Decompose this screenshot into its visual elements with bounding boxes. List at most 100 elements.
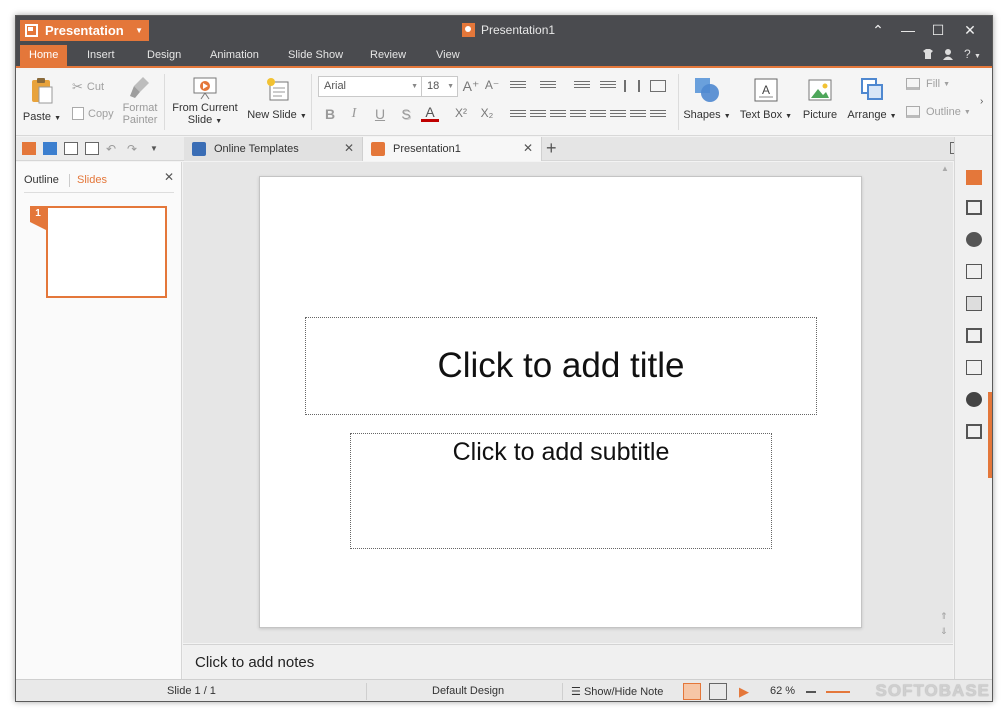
print-icon[interactable] [64,142,78,155]
zoom-slider[interactable] [826,691,850,693]
column-spacing-icon[interactable] [650,110,666,122]
text-direction-icon[interactable] [624,80,640,92]
shapes-button[interactable]: Shapes ▼ [682,76,732,123]
line-spacing-icon[interactable] [610,110,626,122]
underline-button[interactable]: U [371,106,389,122]
tab-slide-show[interactable]: Slide Show [279,45,352,66]
tab-insert[interactable]: Insert [78,45,124,66]
vertical-scrollbar[interactable]: ▲ ⇑ ⇓ [936,162,953,643]
copy-button[interactable]: Copy [72,107,114,120]
undo-icon[interactable]: ↶ [106,142,120,156]
open-icon[interactable] [22,142,36,155]
subtitle-placeholder[interactable]: Click to add subtitle [350,433,772,549]
next-slide-icon[interactable]: ⇓ [940,626,948,637]
tab-view[interactable]: View [427,45,469,66]
numbering-icon[interactable] [540,81,556,93]
align-text-icon[interactable] [650,80,666,92]
new-document-icon[interactable] [966,170,982,185]
tab-animation[interactable]: Animation [201,45,268,66]
design-name[interactable]: Default Design [432,685,504,697]
font-color-button[interactable]: A [421,104,439,122]
close-tab-icon[interactable]: ✕ [344,141,354,155]
new-slide-button[interactable]: New Slide ▼ [247,76,307,123]
fill-button[interactable]: Fill ▼ [906,78,950,90]
backup-icon[interactable] [966,424,982,439]
subscript-button[interactable]: X₂ [478,106,496,120]
paragraph-spacing-icon[interactable] [630,110,646,122]
scroll-up-icon[interactable]: ▲ [941,164,949,173]
notes-area[interactable]: Click to add notes [183,644,953,679]
arrange-button[interactable]: Arrange ▼ [844,76,900,123]
help-button[interactable]: ? ▼ [964,47,981,61]
print-preview-icon[interactable] [85,142,99,155]
tab-online-templates[interactable]: Online Templates ✕ [184,137,362,161]
grow-font-button[interactable]: A⁺ [462,78,480,95]
zoom-level[interactable]: 62 % [770,685,795,697]
customize-toolbar-icon[interactable]: ▼ [150,144,164,157]
tab-design[interactable]: Design [138,45,190,66]
collapse-ribbon-button[interactable]: ⌃ [862,19,894,41]
redo-icon[interactable]: ↷ [127,142,141,156]
maximize-button[interactable]: ☐ [922,19,954,41]
tab-slides[interactable]: Slides [77,174,107,186]
online-templates-icon [192,142,206,156]
tab-presentation1[interactable]: Presentation1 ✕ [362,137,542,161]
user-icon[interactable] [942,48,954,63]
new-tab-button[interactable]: + [546,138,557,159]
slide-canvas[interactable]: Click to add title Click to add subtitle [259,176,862,628]
save-icon[interactable] [43,142,57,155]
outline-pen-icon [906,106,920,118]
font-size-combo[interactable]: 18 ▼ [421,76,458,97]
bold-button[interactable]: B [321,106,339,122]
cut-button[interactable]: ✂ Cut [72,79,104,95]
show-hide-note-button[interactable]: ☰ Show/Hide Note [571,685,663,698]
slide-library-icon[interactable] [966,328,982,343]
notes-page-icon[interactable] [966,360,982,375]
minimize-button[interactable]: — [892,19,924,41]
layout-icon[interactable] [966,200,982,215]
close-pane-icon[interactable]: ✕ [164,170,174,184]
shrink-font-button[interactable]: A⁻ [483,78,501,92]
outline-button[interactable]: Outline ▼ [906,106,971,118]
task-pane-expand-handle[interactable] [988,392,992,478]
bullets-icon[interactable] [510,81,526,93]
paste-button[interactable]: Paste ▼ [22,76,62,125]
superscript-button[interactable]: X² [452,106,470,120]
slide-transition-icon[interactable] [966,296,982,311]
from-current-slide-button[interactable]: From Current Slide ▼ [171,76,239,128]
justify-icon[interactable] [570,110,586,122]
shape-format-icon[interactable] [966,392,982,407]
distribute-icon[interactable] [590,110,606,122]
align-center-icon[interactable] [530,110,546,122]
title-placeholder[interactable]: Click to add title [305,317,817,415]
slide-thumbnail[interactable] [46,206,167,298]
watermark-logo: SOFTOBASE [875,681,990,700]
play-slideshow-icon[interactable]: ▶ [735,683,753,700]
close-button[interactable]: ✕ [954,19,986,41]
normal-view-icon[interactable] [683,683,701,700]
text-box-button[interactable]: A Text Box ▼ [738,76,794,123]
from-current-slide-label-1: From Current [172,102,238,114]
tab-review[interactable]: Review [361,45,415,66]
align-right-icon[interactable] [550,110,566,122]
picture-button[interactable]: Picture [800,76,840,121]
text-shadow-button[interactable]: S [397,106,415,122]
align-left-icon[interactable] [510,110,526,122]
slide-sorter-icon[interactable] [709,683,727,700]
ribbon-expand-icon[interactable]: › [980,96,983,107]
close-tab-icon[interactable]: ✕ [523,141,533,155]
decrease-indent-icon[interactable] [574,81,590,93]
zoom-out-icon[interactable] [806,691,816,693]
previous-slide-icon[interactable]: ⇑ [940,611,948,622]
italic-button[interactable]: I [345,106,363,122]
format-painter-button[interactable]: Format Painter [120,76,160,126]
app-menu-button[interactable]: Presentation ▼ [20,20,149,41]
title-bar: Presentation ▼ Presentation1 ⌃ — ☐ ✕ [16,16,992,45]
font-name-combo[interactable]: Arial ▼ [318,76,422,97]
tab-outline[interactable]: Outline [24,174,59,186]
skin-icon[interactable] [922,48,934,63]
tab-home[interactable]: Home [20,45,68,66]
custom-animation-icon[interactable] [966,264,982,279]
theme-palette-icon[interactable] [966,232,982,247]
increase-indent-icon[interactable] [600,81,616,93]
